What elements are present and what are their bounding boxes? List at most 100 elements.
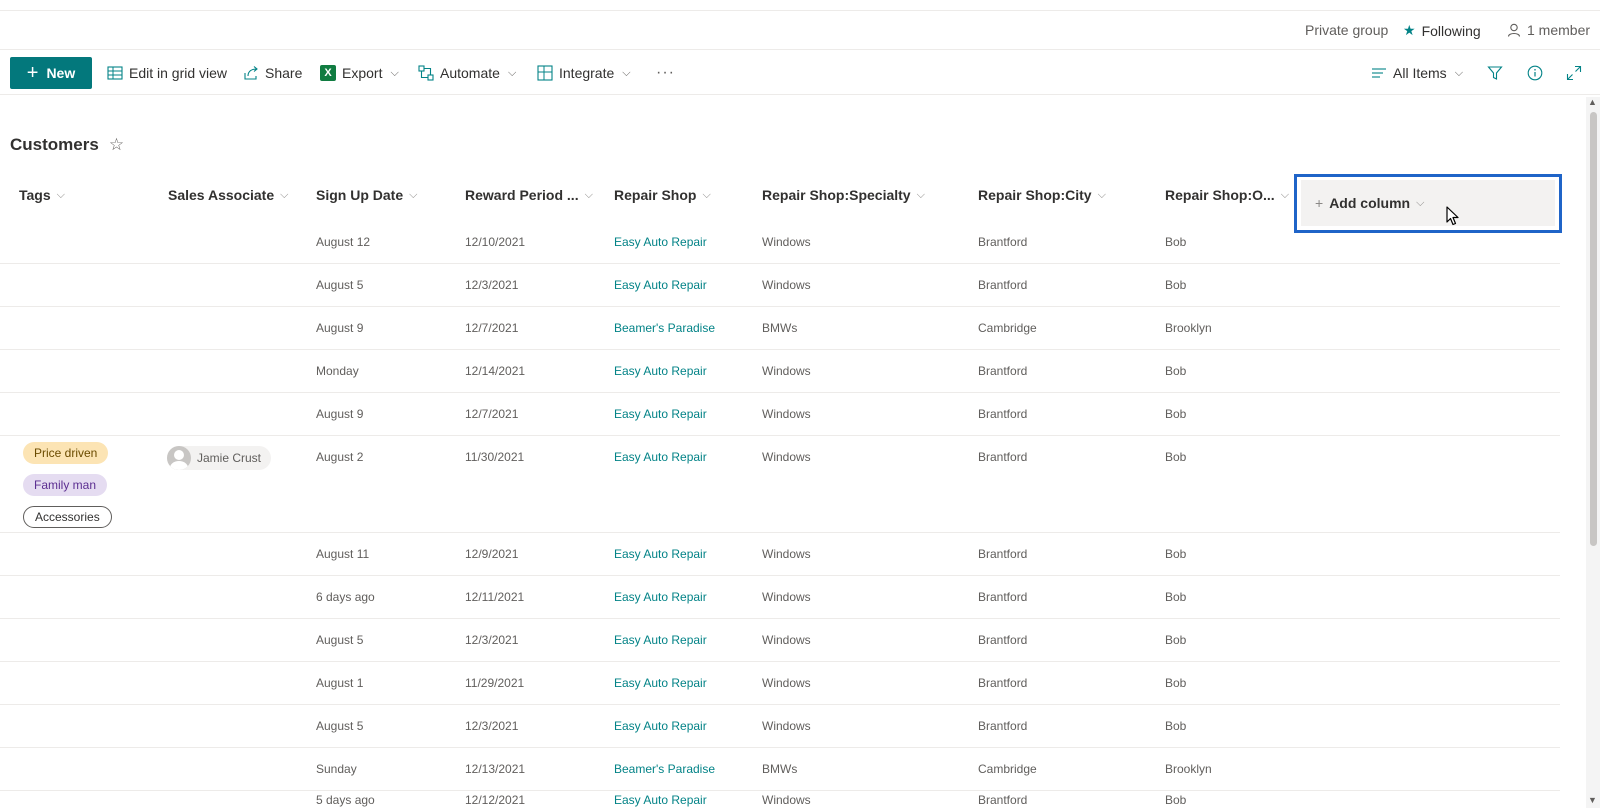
scrollbar-thumb[interactable]: [1590, 112, 1597, 546]
edit-grid-view-button[interactable]: Edit in grid view: [107, 62, 227, 84]
new-button[interactable]: + New: [10, 57, 92, 89]
cell-repair-shop-link[interactable]: Easy Auto Repair: [614, 793, 707, 807]
column-header-repair-shop-owner[interactable]: Repair Shop:O... ⌵: [1165, 187, 1289, 203]
table-row[interactable]: August 11 12/9/2021 Easy Auto Repair Win…: [0, 533, 1560, 576]
cell-owner: Bob: [1165, 235, 1187, 249]
cell-repair-shop-link[interactable]: Easy Auto Repair: [614, 235, 707, 249]
favorite-star-icon[interactable]: ☆: [109, 135, 124, 155]
integrate-button[interactable]: Integrate ⌵: [537, 62, 631, 84]
export-button[interactable]: X Export ⌵: [320, 62, 399, 84]
integrate-icon: [537, 65, 553, 81]
chevron-down-icon: ⌵: [622, 66, 631, 79]
table-row[interactable]: August 1 11/29/2021 Easy Auto Repair Win…: [0, 662, 1560, 705]
table-row[interactable]: August 9 12/7/2021 Beamer's Paradise BMW…: [0, 307, 1560, 350]
cell-repair-shop-link[interactable]: Beamer's Paradise: [614, 762, 715, 776]
cell-repair-shop-link[interactable]: Easy Auto Repair: [614, 364, 707, 378]
person-chip[interactable]: Jamie Crust: [167, 446, 272, 470]
column-header-tags[interactable]: Tags ⌵: [19, 187, 65, 203]
excel-icon: X: [320, 65, 336, 81]
cell-city: Brantford: [978, 547, 1028, 561]
cell-sign-up-date: August 9: [316, 407, 364, 421]
cell-repair-shop-link[interactable]: Easy Auto Repair: [614, 590, 707, 604]
cell-specialty: Windows: [762, 590, 811, 604]
share-button[interactable]: Share: [243, 62, 302, 84]
column-header-sales-associate[interactable]: Sales Associate ⌵: [168, 187, 288, 203]
cell-repair-shop-link[interactable]: Easy Auto Repair: [614, 676, 707, 690]
cell-reward-period: 12/7/2021: [465, 321, 519, 335]
table-row[interactable]: August 12 12/10/2021 Easy Auto Repair Wi…: [0, 221, 1560, 264]
chevron-down-icon: ⌵: [1280, 188, 1290, 201]
cell-owner: Bob: [1165, 278, 1187, 292]
cell-sign-up-date: August 5: [316, 278, 364, 292]
members-button[interactable]: 1 member: [1507, 22, 1590, 38]
star-filled-icon: ★: [1403, 22, 1416, 38]
person-icon: [1507, 23, 1521, 37]
cell-sign-up-date: August 5: [316, 633, 364, 647]
scroll-up-arrow-icon[interactable]: ▲: [1588, 97, 1597, 107]
list-title: Customers ☆: [10, 135, 124, 155]
column-header-label: Repair Shop:O...: [1165, 187, 1275, 203]
chevron-down-icon: ⌵: [56, 188, 65, 201]
cell-sign-up-date: August 1: [316, 676, 364, 690]
more-options-button[interactable]: ···: [656, 62, 675, 84]
cell-specialty: Windows: [762, 235, 811, 249]
cell-owner: Bob: [1165, 719, 1187, 733]
following-button[interactable]: ★ Following: [1403, 22, 1481, 39]
cell-repair-shop-link[interactable]: Easy Auto Repair: [614, 450, 707, 464]
list-title-text: Customers: [10, 135, 99, 154]
cell-owner: Brooklyn: [1165, 762, 1212, 776]
column-header-repair-shop[interactable]: Repair Shop ⌵: [614, 187, 711, 203]
filter-button[interactable]: [1487, 62, 1503, 84]
table-row[interactable]: Monday 12/14/2021 Easy Auto Repair Windo…: [0, 350, 1560, 393]
column-header-repair-shop-specialty[interactable]: Repair Shop:Specialty ⌵: [762, 187, 925, 203]
table-row[interactable]: 5 days ago 12/12/2021 Easy Auto Repair W…: [0, 791, 1560, 808]
cell-city: Brantford: [978, 676, 1028, 690]
automate-button[interactable]: Automate ⌵: [418, 62, 516, 84]
scroll-down-arrow-icon[interactable]: ▼: [1588, 795, 1597, 805]
table-row[interactable]: August 5 12/3/2021 Easy Auto Repair Wind…: [0, 705, 1560, 748]
cell-city: Brantford: [978, 450, 1028, 464]
cell-repair-shop-link[interactable]: Easy Auto Repair: [614, 407, 707, 421]
info-button[interactable]: [1527, 62, 1543, 84]
privacy-label: Private group: [1305, 22, 1388, 38]
column-header-sign-up-date[interactable]: Sign Up Date ⌵: [316, 187, 417, 203]
cell-owner: Bob: [1165, 364, 1187, 378]
expand-button[interactable]: [1566, 62, 1582, 84]
table-row[interactable]: August 5 12/3/2021 Easy Auto Repair Wind…: [0, 264, 1560, 307]
cell-owner: Bob: [1165, 793, 1187, 807]
grid-icon: [107, 66, 123, 80]
tag-pill: Price driven: [23, 442, 109, 464]
cell-sign-up-date: Sunday: [316, 762, 357, 776]
column-header-reward-period[interactable]: Reward Period ... ⌵: [465, 187, 593, 203]
cell-repair-shop-link[interactable]: Easy Auto Repair: [614, 547, 707, 561]
integrate-label: Integrate: [559, 65, 615, 81]
cell-repair-shop-link[interactable]: Beamer's Paradise: [614, 321, 715, 335]
cell-specialty: Windows: [762, 719, 811, 733]
cell-repair-shop-link[interactable]: Easy Auto Repair: [614, 633, 707, 647]
table-row[interactable]: Price driven Family man Accessories Jami…: [0, 436, 1560, 533]
table-row[interactable]: Sunday 12/13/2021 Beamer's Paradise BMWs…: [0, 748, 1560, 791]
table-row[interactable]: August 9 12/7/2021 Easy Auto Repair Wind…: [0, 393, 1560, 436]
cell-owner: Bob: [1165, 407, 1187, 421]
table-row[interactable]: August 5 12/3/2021 Easy Auto Repair Wind…: [0, 619, 1560, 662]
members-label: 1 member: [1527, 22, 1591, 38]
cell-specialty: Windows: [762, 633, 811, 647]
cell-city: Cambridge: [978, 321, 1037, 335]
cell-specialty: Windows: [762, 547, 811, 561]
view-selector[interactable]: All Items ⌵: [1371, 62, 1463, 84]
column-header-label: Tags: [19, 187, 51, 203]
top-strip: [0, 0, 1600, 11]
table-row[interactable]: 6 days ago 12/11/2021 Easy Auto Repair W…: [0, 576, 1560, 619]
cell-specialty: Windows: [762, 793, 811, 807]
automate-icon: [418, 65, 434, 81]
cell-specialty: Windows: [762, 450, 811, 464]
column-header-label: Sales Associate: [168, 187, 275, 203]
privacy-text: Private group: [1305, 22, 1389, 38]
group-bar: Private group ★ Following 1 member: [0, 11, 1600, 50]
column-header-repair-shop-city[interactable]: Repair Shop:City ⌵: [978, 187, 1106, 203]
cell-repair-shop-link[interactable]: Easy Auto Repair: [614, 278, 707, 292]
cell-sign-up-date: 6 days ago: [316, 590, 375, 604]
column-header-label: Sign Up Date: [316, 187, 404, 203]
cell-repair-shop-link[interactable]: Easy Auto Repair: [614, 719, 707, 733]
cell-sign-up-date: August 9: [316, 321, 364, 335]
